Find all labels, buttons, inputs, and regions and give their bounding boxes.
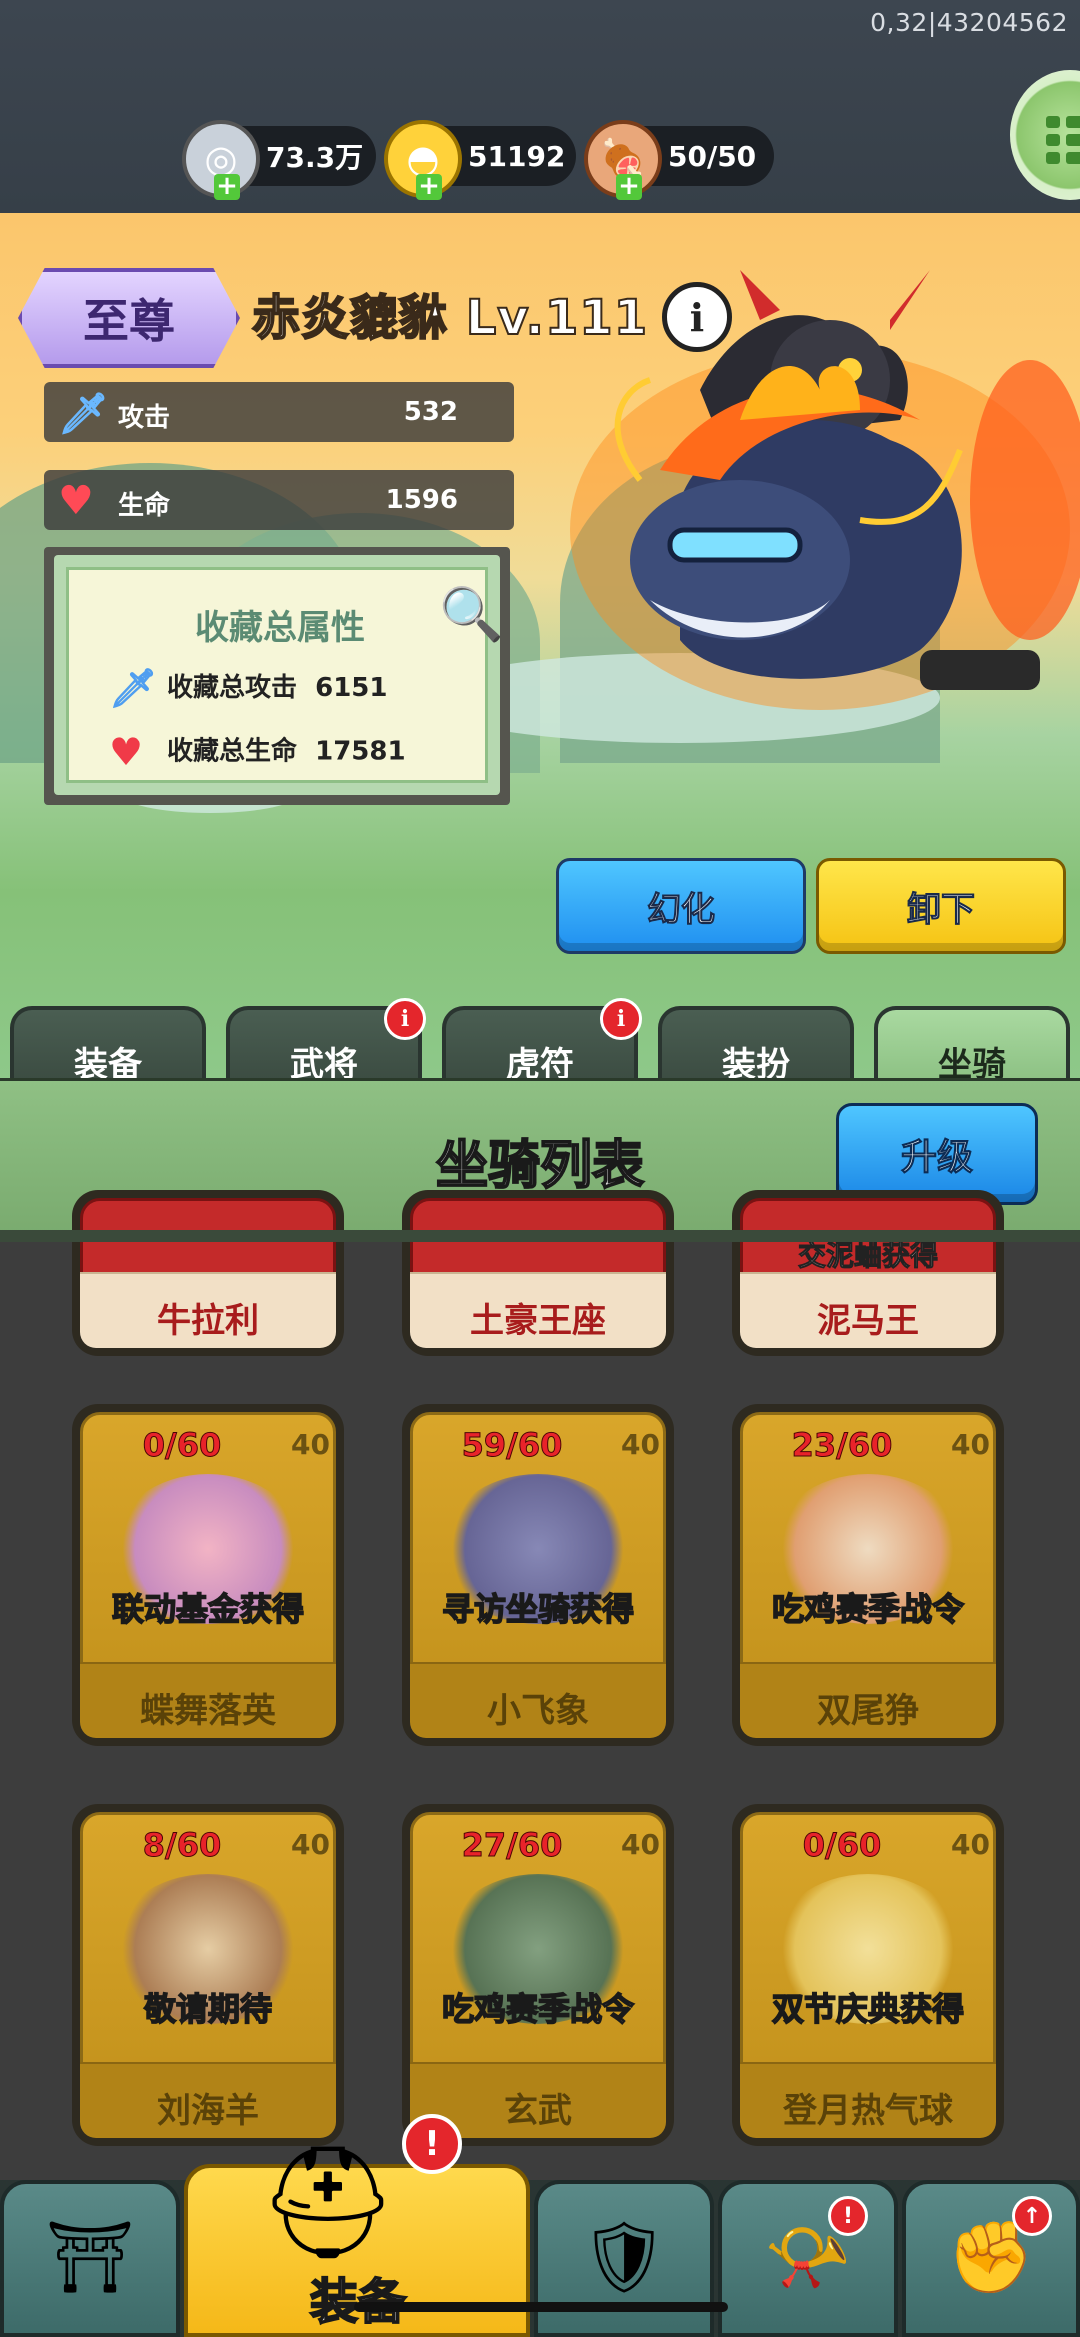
fist-upgrade-icon: ✊ (947, 2216, 1035, 2298)
gold-resource[interactable]: ◓ + 51192 (384, 120, 576, 200)
mount-card-name: 土豪王座 (470, 1301, 606, 1341)
mount-card-progress: 0/60 (142, 1426, 222, 1465)
mount-card-source: 寻访坐骑获得 (441, 1589, 635, 1629)
mount-card-level: 40 (951, 1828, 990, 1861)
alert-badge-icon: ! (828, 2196, 868, 2236)
rank-badge: 至尊 (18, 268, 240, 368)
helmet-icon: ⛑ (258, 2138, 398, 2266)
add-gold-button[interactable]: + (416, 173, 442, 200)
mount-card[interactable]: 8/60 40 敬请期待 刘海羊 (72, 1804, 344, 2146)
nav-city[interactable]: ⛩ (0, 2180, 180, 2337)
mount-card-level: 40 (291, 1828, 330, 1861)
stamina-resource[interactable]: 🍖 + 50/50 (584, 120, 774, 200)
debug-id-text: 0,32|43204562 (870, 8, 1068, 37)
gold-value: 51192 (468, 139, 566, 173)
silver-value: 73.3万 (266, 141, 364, 174)
transform-button[interactable]: 幻化 (556, 858, 806, 954)
mount-card-name: 小飞象 (487, 1691, 589, 1731)
attack-value: 532 (403, 397, 458, 427)
alert-badge-icon: ! (402, 2114, 462, 2174)
mount-card-name: 双尾狰 (817, 1691, 919, 1731)
grid-menu-icon (1046, 116, 1080, 164)
alert-badge-icon: i (600, 998, 642, 1040)
nav-battle[interactable]: 🛡 (534, 2180, 714, 2337)
hp-stat: ♥ 生命 1596 (44, 470, 514, 530)
sword-icon: 🗡 (58, 391, 109, 437)
collection-attack: 🗡 收藏总攻击 6151 (109, 666, 388, 711)
mount-card-progress: 27/60 (461, 1826, 563, 1865)
mount-card[interactable]: 0/60 40 双节庆典获得 登月热气球 (732, 1804, 1004, 2146)
hp-label: 生命 (118, 491, 171, 521)
upgrade-arrow-icon: ↑ (1012, 2196, 1052, 2236)
attack-label: 攻击 (118, 403, 171, 433)
magnify-icon[interactable]: 🔍 (439, 584, 504, 645)
gate-icon: ⛩ (45, 2216, 135, 2298)
mount-card-progress: 0/60 (802, 1826, 882, 1865)
collection-hp: ♥ 收藏总生命 17581 (109, 730, 406, 774)
mount-card[interactable]: 59/60 40 寻访坐骑获得 小飞象 (402, 1404, 674, 1746)
menu-button[interactable] (1010, 70, 1080, 200)
unequip-button[interactable]: 卸下 (816, 858, 1066, 954)
add-silver-button[interactable]: + (214, 173, 240, 200)
mount-card-progress: 23/60 (791, 1426, 893, 1465)
mount-card-source: 双节庆典获得 (771, 1989, 965, 2029)
mount-card-progress: 59/60 (461, 1426, 563, 1465)
alert-badge-icon: i (384, 998, 426, 1040)
add-stamina-button[interactable]: + (616, 173, 642, 200)
mount-card-name: 蝶舞落英 (140, 1691, 276, 1731)
collection-stats-panel: 收藏总属性 🔍 🗡 收藏总攻击 6151 ♥ 收藏总生命 17581 (44, 547, 510, 805)
mount-card-level: 40 (951, 1428, 990, 1461)
horn-stars-icon: 📯 (764, 2216, 852, 2298)
home-indicator (354, 2302, 728, 2312)
mount-card-source: 吃鸡赛季战令 (441, 1989, 635, 2029)
nav-equipment-label: 装备 (309, 2262, 407, 2332)
mount-card-source: 吃鸡赛季战令 (771, 1589, 965, 1629)
mount-card[interactable]: 23/60 40 吃鸡赛季战令 双尾狰 (732, 1404, 1004, 1746)
heart-icon: ♥ (109, 730, 144, 774)
mount-card-name: 登月热气球 (783, 2091, 953, 2131)
mount-card[interactable]: 土豪王座 (402, 1190, 674, 1356)
mount-card-progress: 8/60 (142, 1826, 222, 1865)
mount-artwork (570, 270, 1080, 710)
attack-stat: 🗡 攻击 532 (44, 382, 514, 442)
mount-card-name: 泥马王 (817, 1301, 919, 1341)
mount-card-source: 敬请期待 (143, 1989, 273, 2029)
hp-value: 1596 (385, 485, 458, 515)
mount-card-name: 牛拉利 (157, 1301, 259, 1341)
mount-card[interactable]: 牛拉利 (72, 1190, 344, 1356)
mount-card-level: 40 (291, 1428, 330, 1461)
mount-card[interactable]: 27/60 40 吃鸡赛季战令 玄武 (402, 1804, 674, 2146)
mount-card[interactable]: 交泥蛐获得 泥马王 (732, 1190, 1004, 1356)
nav-recruit[interactable]: 📯 ! (718, 2180, 898, 2337)
collection-attack-label: 收藏总攻击 (167, 673, 298, 703)
collection-attack-value: 6151 (315, 673, 388, 703)
nav-growth[interactable]: ✊ ↑ (902, 2180, 1080, 2337)
shield-swords-icon: 🛡 (579, 2216, 669, 2298)
mount-card[interactable]: 0/60 40 联动基金获得 蝶舞落英 (72, 1404, 344, 1746)
stamina-value: 50/50 (668, 139, 757, 173)
collection-title: 收藏总属性 (195, 608, 365, 648)
mount-card-level: 40 (621, 1428, 660, 1461)
mount-card-name: 刘海羊 (157, 2091, 259, 2131)
heart-icon: ♥ (58, 478, 94, 524)
mount-card-source: 联动基金获得 (111, 1589, 305, 1629)
collection-hp-label: 收藏总生命 (167, 736, 298, 767)
mount-card-level: 40 (621, 1828, 660, 1861)
silver-resource[interactable]: ◎ + 73.3万 (182, 120, 376, 200)
collection-hp-value: 17581 (315, 736, 406, 767)
sword-icon: 🗡 (109, 666, 158, 710)
